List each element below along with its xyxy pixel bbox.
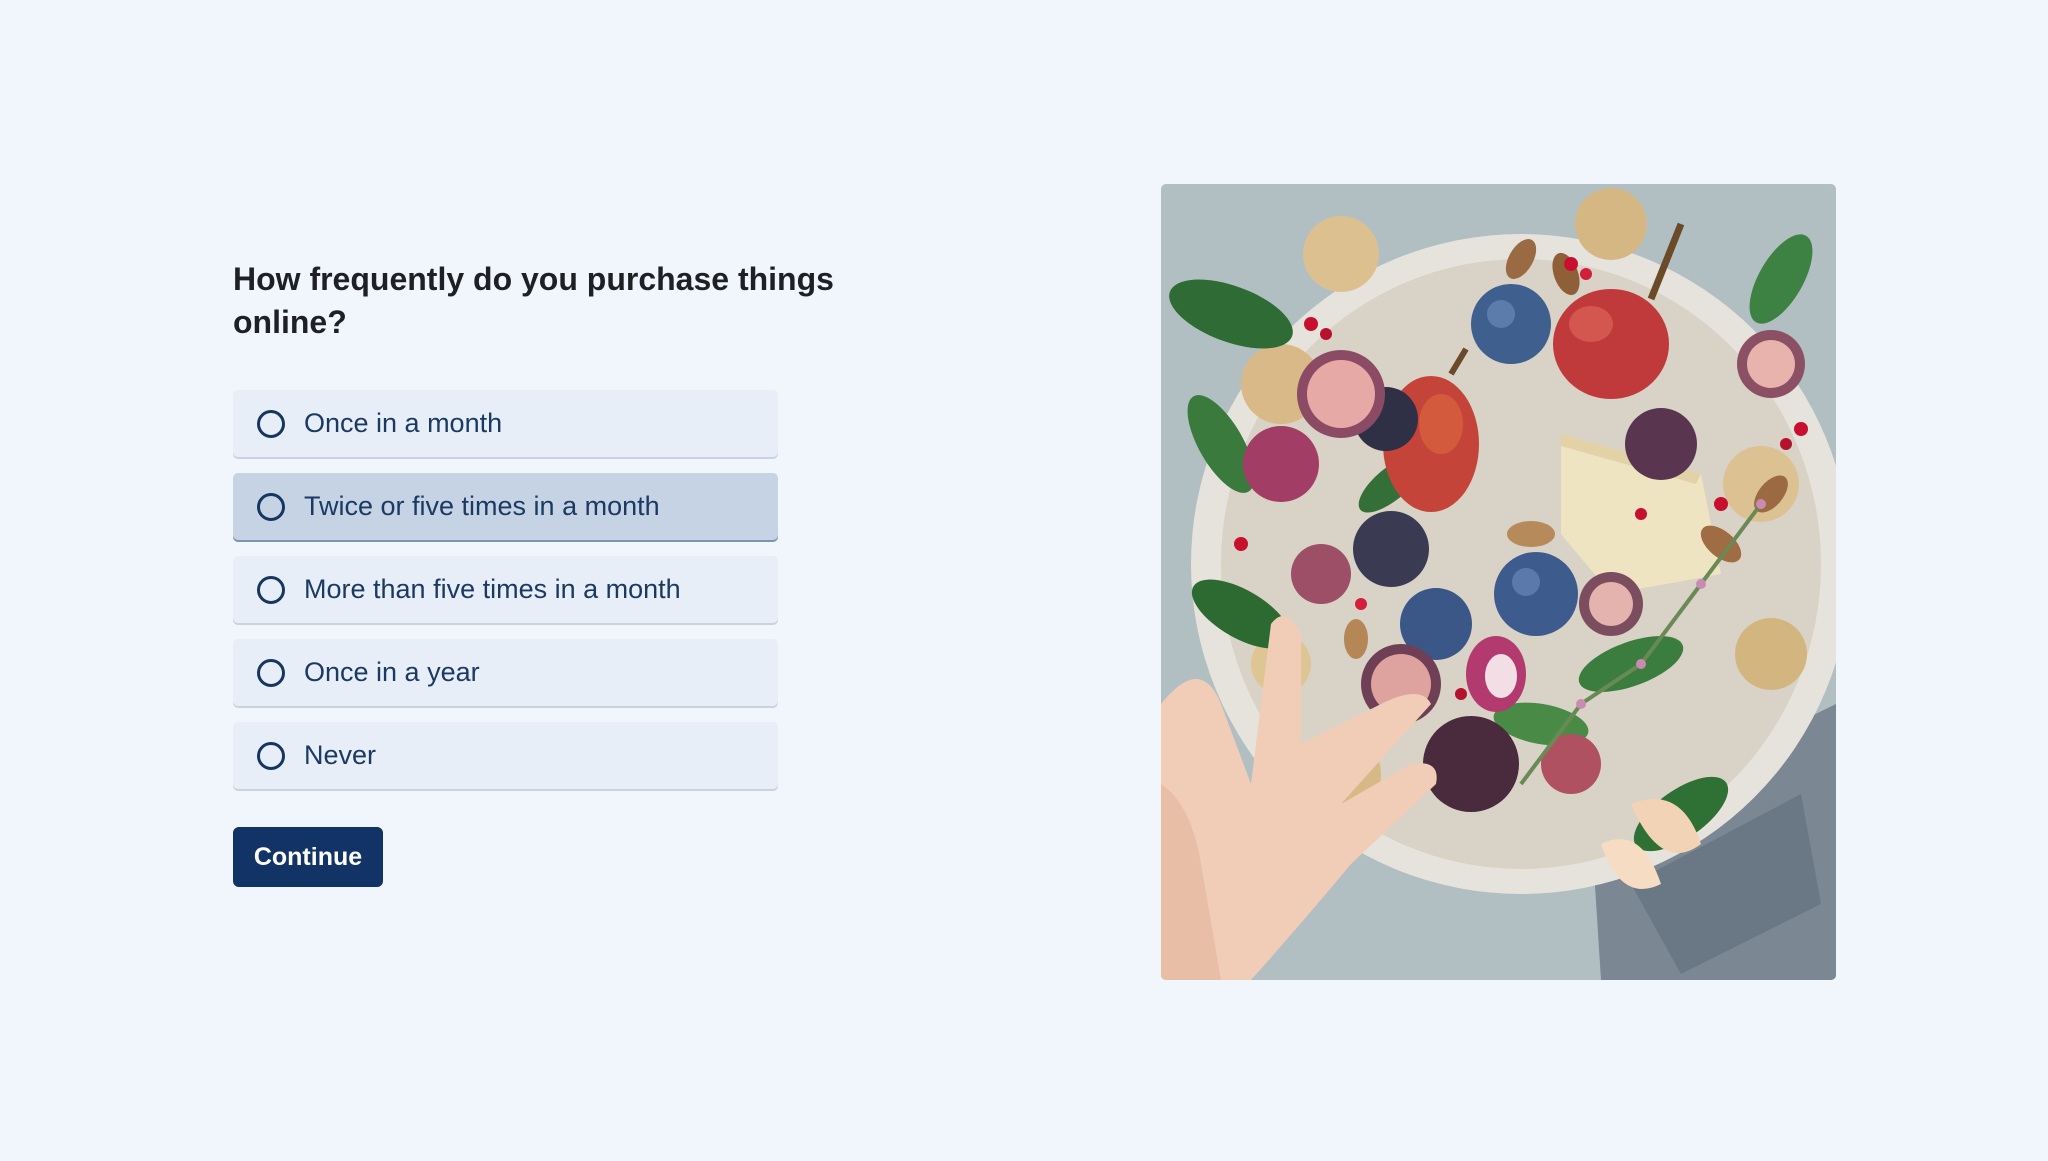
option-once-a-year[interactable]: Once in a year [233, 639, 778, 706]
options-list: Once in a month Twice or five times in a… [233, 390, 913, 789]
option-more-than-five-times[interactable]: More than five times in a month [233, 556, 778, 623]
option-label: Once in a year [304, 657, 480, 687]
option-label: Once in a month [304, 408, 503, 438]
option-label: Never [304, 740, 377, 770]
option-label: More than five times in a month [304, 574, 681, 604]
radio-icon[interactable] [257, 658, 285, 687]
radio-icon[interactable] [257, 409, 285, 438]
food-platter-image [1161, 184, 1836, 980]
question-title: How frequently do you purchase things on… [233, 261, 834, 340]
option-label: Twice or five times in a month [304, 491, 660, 521]
survey-panel: How frequently do you purchase things on… [233, 258, 913, 887]
option-twice-or-five-times[interactable]: Twice or five times in a month [233, 473, 778, 540]
radio-icon[interactable] [257, 492, 285, 521]
option-never[interactable]: Never [233, 722, 778, 789]
continue-button[interactable]: Continue [233, 827, 383, 887]
radio-icon[interactable] [257, 741, 285, 770]
radio-icon[interactable] [257, 575, 285, 604]
option-once-a-month[interactable]: Once in a month [233, 390, 778, 457]
